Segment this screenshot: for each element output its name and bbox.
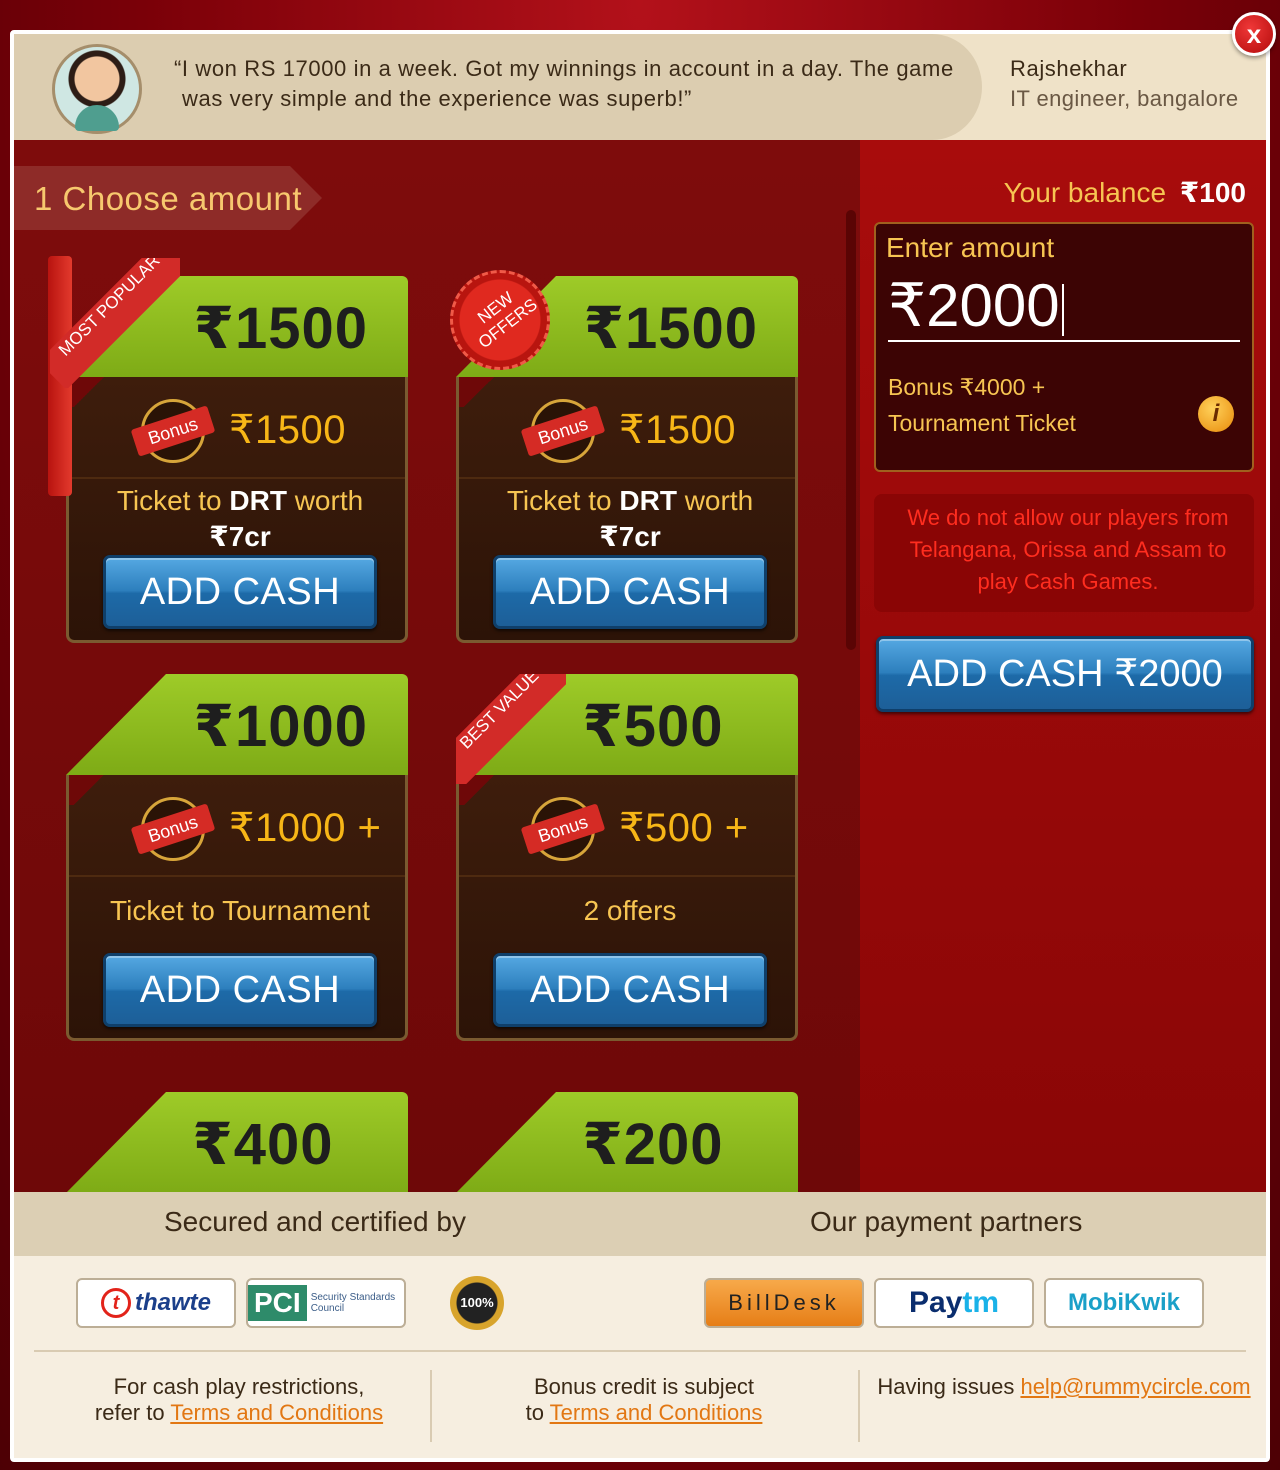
restriction-notice: We do not allow our players from Telanga… xyxy=(874,494,1254,612)
bonus-badge-icon: Bonus xyxy=(520,399,606,463)
footer-divider xyxy=(34,1350,1246,1352)
author-role: IT engineer, bangalore xyxy=(1010,86,1239,111)
card-price: ₹400 xyxy=(192,1112,334,1177)
add-cash-button[interactable]: ADD CASH xyxy=(493,555,767,629)
amount-box: Enter amount ₹2000 Bonus ₹4000 + Tournam… xyxy=(874,222,1254,472)
add-cash-custom-button[interactable]: ADD CASH ₹2000 xyxy=(876,636,1254,712)
thawte-logo: t thawte xyxy=(76,1278,236,1328)
author-name: Rajshekhar xyxy=(1010,56,1128,81)
paytm-logo: Pay tm xyxy=(874,1278,1034,1328)
amount-card-1500-new-offers[interactable]: ₹1500 Bonus ₹1500 Ticket to DRT worth ₹7… xyxy=(450,270,798,643)
testimonial-bar: “I won RS 17000 in a week. Got my winnin… xyxy=(14,34,1266,140)
bonus-badge-icon: Bonus xyxy=(130,399,216,463)
guarantee-seal-icon: 100% xyxy=(424,1276,530,1330)
card-body: Bonus ₹1500 Ticket to DRT worth ₹7cr ADD… xyxy=(456,377,798,643)
choose-amount-panel: 1 Choose amount ₹1500 Bonus ₹1500 Ticket… xyxy=(14,140,860,1192)
footer-cash-restrictions: For cash play restrictions, refer to Ter… xyxy=(94,1374,384,1425)
scrollbar[interactable] xyxy=(846,210,856,650)
amount-card-1000[interactable]: ₹1000 Bonus ₹1000 + Ticket to Tournament… xyxy=(66,674,408,1041)
card-ticket-value: ₹7cr xyxy=(209,521,271,552)
amount-card-500-best-value[interactable]: ₹500 Bonus ₹500 + 2 offers ADD CASH BEST… xyxy=(456,674,798,1041)
step-label: 1 Choose amount xyxy=(34,180,303,217)
support-email-link[interactable]: help@rummycircle.com xyxy=(1020,1374,1250,1399)
card-divider xyxy=(459,477,795,479)
best-value-ribbon: BEST VALUE xyxy=(456,674,566,784)
secured-title: Secured and certified by xyxy=(164,1206,466,1237)
card-bonus-amount: ₹1500 xyxy=(229,408,346,452)
info-icon[interactable]: i xyxy=(1198,396,1234,432)
card-bonus-amount: ₹1000 + xyxy=(229,806,382,850)
card-body: Bonus ₹500 + 2 offers ADD CASH xyxy=(456,775,798,1041)
card-body: Bonus ₹1500 Ticket to DRT worth ₹7cr ADD… xyxy=(66,377,408,643)
billdesk-logo: BillDesk xyxy=(704,1278,864,1328)
card-offer-text: Ticket to DRT worth ₹7cr xyxy=(116,485,364,552)
footer-col-divider xyxy=(430,1370,432,1442)
pci-logo: PCI Security Standards Council xyxy=(246,1278,406,1328)
partners-title: Our payment partners xyxy=(810,1206,1083,1237)
amount-card-1500-popular[interactable]: ₹1500 Bonus ₹1500 Ticket to DRT worth ₹7… xyxy=(48,256,408,643)
balance: Your balance ₹100 xyxy=(860,176,1246,209)
mobikwik-logo: MobiKwik xyxy=(1044,1278,1204,1328)
footer-support: Having issues help@rummycircle.com xyxy=(877,1374,1251,1399)
amount-card-400[interactable]: ₹400 xyxy=(66,1092,408,1192)
enter-amount-label: Enter amount xyxy=(886,232,1055,263)
bonus-badge-icon: Bonus xyxy=(130,797,216,861)
terms-link[interactable]: Terms and Conditions xyxy=(550,1400,763,1425)
custom-amount-panel: Your balance ₹100 Enter amount ₹2000 Bon… xyxy=(860,140,1266,1192)
add-cash-button[interactable]: ADD CASH xyxy=(103,953,377,1027)
balance-value: ₹100 xyxy=(1179,177,1246,208)
close-button[interactable]: x xyxy=(1232,12,1276,56)
avatar xyxy=(52,44,142,134)
footer-title-bar: Secured and certified by Our payment par… xyxy=(14,1192,1266,1256)
card-divider xyxy=(459,875,795,877)
footer-col-divider xyxy=(858,1370,860,1442)
add-cash-button[interactable]: ADD CASH xyxy=(493,953,767,1027)
footer-bonus-terms: Bonus credit is subject to Terms and Con… xyxy=(525,1374,763,1425)
step-ribbon: 1 Choose amount xyxy=(14,166,322,230)
most-popular-ribbon: MOST POPULAR xyxy=(50,258,180,388)
card-body: Bonus ₹1000 + Ticket to Tournament ADD C… xyxy=(66,775,408,1041)
card-offer-text: 2 offers xyxy=(583,895,677,926)
amount-input[interactable]: ₹2000 xyxy=(888,270,1240,342)
card-bonus-amount: ₹1500 xyxy=(619,408,736,452)
add-cash-dialog: “I won RS 17000 in a week. Got my winnin… xyxy=(10,30,1270,1462)
terms-link[interactable]: Terms and Conditions xyxy=(170,1400,383,1425)
card-price: ₹1000 xyxy=(193,694,368,759)
card-ticket-value: ₹7cr xyxy=(599,521,661,552)
card-offer-text: Ticket to DRT worth ₹7cr xyxy=(506,485,754,552)
quote-line-1: “I won RS 17000 in a week. Got my winnin… xyxy=(174,56,954,81)
testimonial-quote: “I won RS 17000 in a week. Got my winnin… xyxy=(174,54,964,114)
bonus-badge-icon: Bonus xyxy=(520,797,606,861)
add-cash-button[interactable]: ADD CASH xyxy=(103,555,377,629)
card-price: ₹200 xyxy=(582,1112,724,1177)
close-icon: x xyxy=(1246,18,1262,49)
amount-card-200[interactable]: ₹200 xyxy=(456,1092,798,1192)
card-divider xyxy=(69,875,405,877)
card-offer-text: Ticket to Tournament xyxy=(110,895,370,926)
balance-label: Your balance xyxy=(1003,177,1167,208)
bonus-summary: Bonus ₹4000 + xyxy=(888,374,1046,400)
new-offers-seal: NEW OFFERS xyxy=(440,260,560,380)
card-divider xyxy=(69,477,405,479)
quote-line-2: was very simple and the experience was s… xyxy=(182,86,692,111)
card-bonus-amount: ₹500 + xyxy=(619,806,749,850)
bonus-ticket: Tournament Ticket xyxy=(888,410,1076,436)
